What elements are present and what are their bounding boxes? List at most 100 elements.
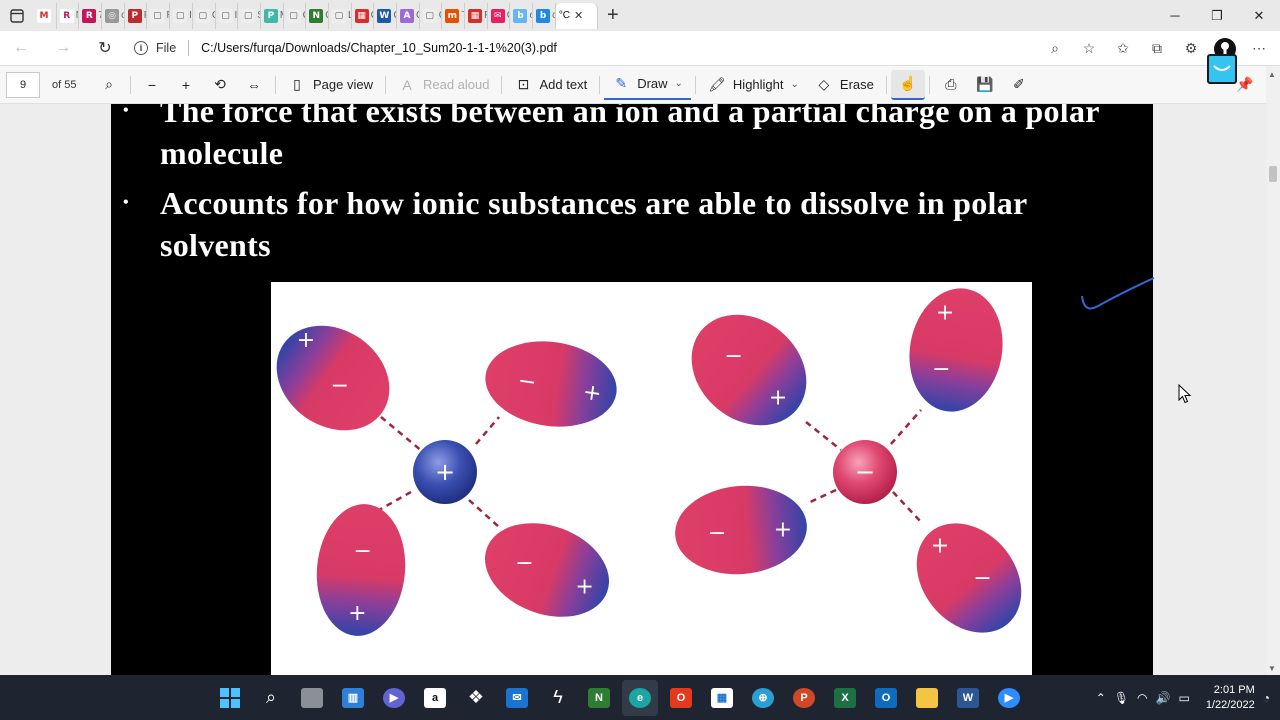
touch-write-button[interactable]: ☝ — [890, 69, 925, 100]
more-options-icon[interactable]: ⋯ — [1246, 36, 1272, 62]
chat-button[interactable]: ▶ — [376, 680, 412, 716]
tab[interactable]: R78 — [79, 2, 103, 29]
file-explorer-button[interactable] — [909, 680, 945, 716]
tab[interactable]: bca — [533, 2, 556, 29]
rotate-button[interactable]: ⟲ — [203, 70, 237, 100]
tab[interactable]: ▢Re — [147, 2, 171, 29]
close-window-button[interactable]: ✕ — [1238, 0, 1280, 31]
tab-title: Gr — [416, 10, 419, 21]
tab[interactable]: AGr — [397, 2, 420, 29]
info-icon[interactable]: i — [134, 41, 148, 55]
save-button[interactable]: 💾 — [968, 70, 1002, 100]
amazon-button[interactable]: a — [417, 680, 453, 716]
tab[interactable]: ▢O — [420, 2, 443, 29]
restore-button[interactable]: ❐ — [1196, 0, 1238, 31]
close-tab-icon[interactable]: ✕ — [574, 9, 583, 22]
widgets-button[interactable]: ▥ — [335, 680, 371, 716]
extensions-icon[interactable]: ⚙ — [1178, 36, 1204, 62]
add-favorite-icon[interactable]: ☆ — [1076, 36, 1102, 62]
draw-button[interactable]: ✎ Draw ⌄ — [604, 70, 691, 100]
zoom-out-button[interactable]: − — [135, 70, 169, 100]
chevron-up-icon[interactable]: ⌃ — [1096, 691, 1106, 705]
word-button[interactable]: W — [950, 680, 986, 716]
favorites-icon[interactable]: ✩ — [1110, 36, 1136, 62]
tab[interactable]: ▢Se — [238, 2, 261, 29]
highlight-button[interactable]: 🖍 Highlight ⌄ — [700, 70, 807, 100]
vertical-scrollbar[interactable]: ▲ ▼ — [1266, 66, 1280, 675]
chevron-down-icon[interactable]: ⌄ — [791, 79, 799, 90]
clock-time: 2:01 PM — [1213, 683, 1255, 696]
refresh-icon: ↻ — [98, 40, 112, 57]
tab[interactable]: mTr — [442, 2, 466, 29]
tab[interactable]: ✉Cl — [488, 2, 511, 29]
tab[interactable]: ▢Cl — [284, 2, 307, 29]
battery-icon[interactable]: ▭ — [1178, 691, 1189, 705]
tab[interactable]: M — [34, 2, 57, 29]
tab[interactable]: ◎or — [102, 2, 125, 29]
tab[interactable]: PM — [261, 2, 284, 29]
new-tab-button[interactable]: + — [598, 4, 628, 27]
volume-icon[interactable]: 🔊 — [1156, 691, 1171, 705]
tab[interactable]: ▦Pe — [465, 2, 488, 29]
refresh-button[interactable]: ↻ — [84, 31, 126, 66]
tab[interactable]: NCc — [306, 2, 329, 29]
powerpoint-button[interactable]: P — [786, 680, 822, 716]
task-view-button[interactable] — [294, 680, 330, 716]
tab[interactable]: PPe — [125, 2, 148, 29]
search-taskbar-button[interactable]: ⌕ — [253, 680, 289, 716]
scroll-down-arrow-icon[interactable]: ▼ — [1268, 664, 1276, 673]
power-automate-button[interactable]: ϟ — [540, 680, 576, 716]
back-arrow-icon: ← — [13, 39, 29, 56]
tab[interactable]: RNe — [57, 2, 80, 29]
chevron-down-icon[interactable]: ⌄ — [675, 78, 683, 89]
video-camera-icon: ▶ — [998, 687, 1020, 708]
office-button[interactable]: O — [663, 680, 699, 716]
outlook-button[interactable]: O — [868, 680, 904, 716]
zoom-in-button[interactable]: + — [169, 70, 203, 100]
url-text[interactable]: C:/Users/furqa/Downloads/Chapter_10_Sum2… — [201, 41, 557, 55]
back-button[interactable]: ← — [0, 31, 42, 66]
wifi-icon[interactable]: ◠ — [1137, 691, 1147, 705]
read-aloud-button[interactable]: A Read aloud — [390, 70, 498, 100]
notes-button[interactable]: N — [581, 680, 617, 716]
clock[interactable]: 2:01 PM 1/22/2022 — [1206, 683, 1255, 713]
search-button[interactable]: ⌕ — [92, 70, 126, 100]
fit-page-button[interactable]: ⇔ — [237, 70, 271, 100]
add-text-button[interactable]: ⊡ Add text — [506, 70, 595, 100]
zoom-icon[interactable]: ⌕ — [1042, 36, 1068, 62]
plus-sign: + — [348, 601, 366, 626]
ink-stroke[interactable] — [1078, 274, 1158, 319]
tab-active[interactable]: °C ✕ — [555, 2, 598, 29]
print-button[interactable]: ⎙ — [934, 70, 968, 100]
notification-icon[interactable]: ◔ — [1263, 691, 1270, 705]
url-field[interactable]: i File C:/Users/furqa/Downloads/Chapter_… — [134, 35, 1064, 61]
zoom-app-button[interactable]: ▶ — [991, 680, 1027, 716]
store-button[interactable]: ▦ — [704, 680, 740, 716]
excel-button[interactable]: X — [827, 680, 863, 716]
tab[interactable]: WCl — [374, 2, 397, 29]
forward-button[interactable]: → — [42, 31, 84, 66]
tab[interactable]: ▢La — [329, 2, 352, 29]
maps-button[interactable]: ⊕ — [745, 680, 781, 716]
tab[interactable]: bor — [510, 2, 534, 29]
page-number-input[interactable]: 9 — [6, 71, 40, 98]
pin-toolbar-button[interactable]: 📌 — [1228, 70, 1262, 100]
scrollbar-thumb[interactable] — [1269, 166, 1277, 182]
dropbox-button[interactable]: ❖ — [458, 680, 494, 716]
start-button[interactable] — [212, 680, 248, 716]
tab[interactable]: ▢Cl — [193, 2, 216, 29]
page-view-button[interactable]: ▯ Page view — [280, 70, 381, 100]
microphone-icon[interactable]: 🎙 — [1114, 691, 1129, 705]
tab-favicon-icon: ▢ — [173, 8, 188, 23]
erase-button[interactable]: ◇ Erase — [807, 70, 882, 100]
save-as-button[interactable]: ✐ — [1002, 70, 1036, 100]
edge-button[interactable]: e — [622, 679, 658, 716]
tab-actions-button[interactable] — [0, 0, 34, 31]
mail-button[interactable]: ✉ — [499, 680, 535, 716]
collections-icon[interactable]: ⧉ — [1144, 36, 1170, 62]
scroll-up-arrow-icon[interactable]: ▲ — [1268, 70, 1276, 79]
tab[interactable]: ▢In — [170, 2, 193, 29]
tab[interactable]: ▢In — [216, 2, 239, 29]
tab[interactable]: ▦Cl — [352, 2, 375, 29]
minimize-button[interactable]: ─ — [1154, 0, 1196, 31]
